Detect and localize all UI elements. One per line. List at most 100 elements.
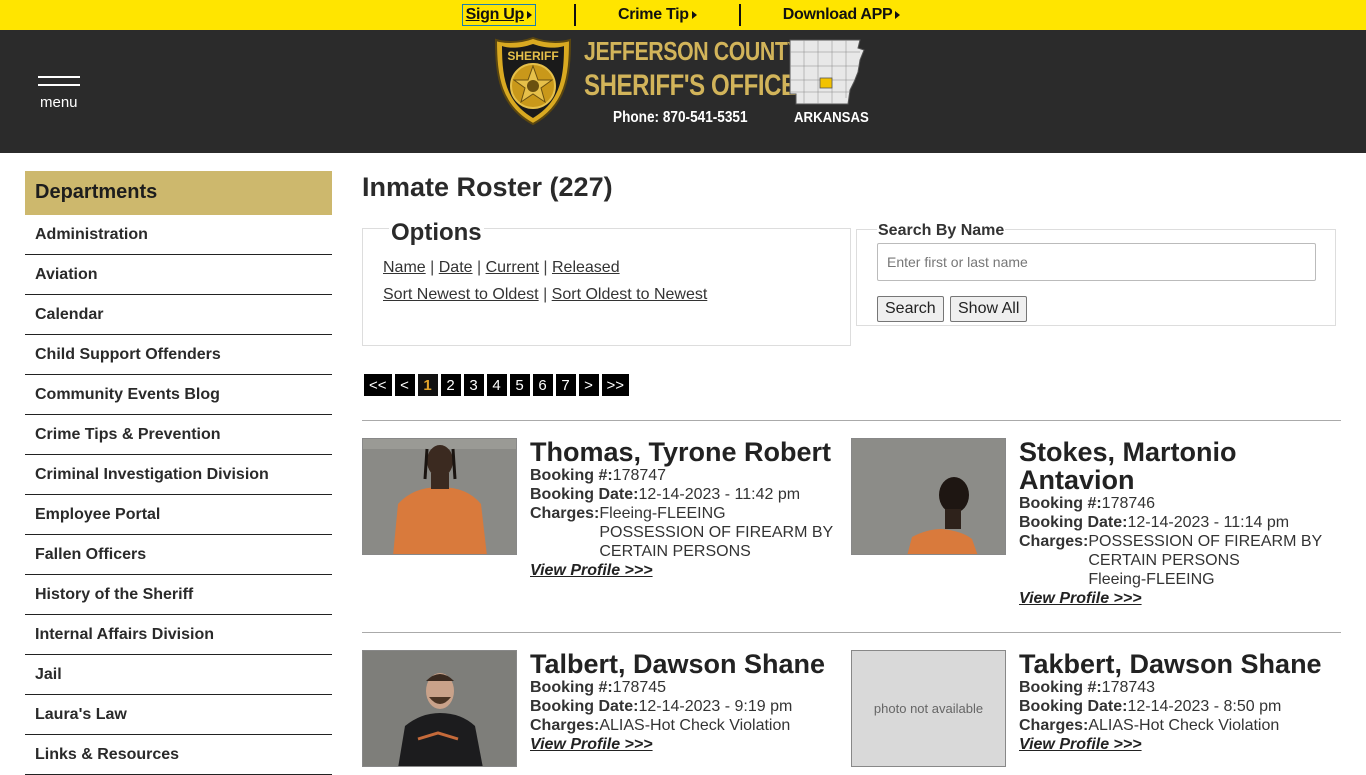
- sidebar-item-administration[interactable]: Administration: [25, 215, 332, 255]
- inmate-name: Thomas, Tyrone Robert: [530, 437, 832, 467]
- page-1-button[interactable]: 1: [417, 374, 438, 396]
- sidebar-item-lauras-law[interactable]: Laura's Law: [25, 695, 332, 735]
- page-prev-button[interactable]: <: [394, 374, 415, 396]
- booking-date-value: 12-14-2023 - 11:14 pm: [1127, 514, 1290, 531]
- sidebar-item-calendar[interactable]: Calendar: [25, 295, 332, 335]
- site-header: menu SHERIFF JEFFERSON COUNTY SHERIFF'S …: [0, 30, 1366, 153]
- charge-item: POSSESSION OF FIREARM BY CERTAIN PERSONS: [1088, 533, 1322, 569]
- sort-date-link[interactable]: Date: [439, 259, 473, 276]
- booking-number-value: 178746: [1101, 495, 1156, 512]
- page-first-button[interactable]: <<: [364, 374, 392, 396]
- sidebar-item-child-support-offenders[interactable]: Child Support Offenders: [25, 335, 332, 375]
- booking-number: Booking #:178746: [1019, 494, 1329, 513]
- booking-number: Booking #:178747: [530, 466, 840, 485]
- view-profile-link[interactable]: View Profile >>>: [530, 736, 653, 753]
- page-2-button[interactable]: 2: [440, 374, 461, 396]
- page-title: Inmate Roster (227): [362, 172, 613, 202]
- mugshot-image: [363, 439, 516, 554]
- page-7-button[interactable]: 7: [555, 374, 576, 396]
- download-app-label: Download APP: [782, 6, 893, 23]
- departments-sidebar: Departments Administration Aviation Cale…: [25, 171, 332, 775]
- page-5-button[interactable]: 5: [509, 374, 530, 396]
- site-title: JEFFERSON COUNTY SHERIFF'S OFFICE: [584, 36, 802, 103]
- inmate-info: Stokes, Martonio Antavion Booking #:1787…: [1019, 438, 1329, 608]
- booking-date: Booking Date:12-14-2023 - 8:50 pm: [1019, 697, 1329, 716]
- menu-button[interactable]: menu: [38, 76, 82, 112]
- inmate-info: Takbert, Dawson Shane Booking #:178743 B…: [1019, 650, 1329, 754]
- inmate-photo-placeholder[interactable]: photo not available: [851, 650, 1006, 767]
- inmate-photo[interactable]: [362, 650, 517, 767]
- booking-date: Booking Date:12-14-2023 - 9:19 pm: [530, 697, 840, 716]
- charges-list: ALIAS-Hot Check Violation: [599, 716, 840, 735]
- sort-name-link[interactable]: Name: [383, 259, 426, 276]
- view-profile-link[interactable]: View Profile >>>: [530, 562, 653, 579]
- charges-list: POSSESSION OF FIREARM BY CERTAIN PERSONS…: [1088, 532, 1329, 589]
- options-heading: Options: [389, 219, 484, 247]
- booking-number-value: 178745: [612, 679, 667, 696]
- hamburger-icon-bar: [38, 84, 80, 86]
- booking-date-label: Booking Date:: [1019, 514, 1128, 531]
- sidebar-item-fallen-officers[interactable]: Fallen Officers: [25, 535, 332, 575]
- search-button[interactable]: Search: [877, 296, 944, 322]
- booking-number-label: Booking #:: [1019, 495, 1102, 512]
- page-last-button[interactable]: >>: [601, 374, 630, 396]
- view-profile-link[interactable]: View Profile >>>: [1019, 736, 1142, 753]
- arkansas-map-icon: [789, 39, 865, 105]
- booking-number: Booking #:178743: [1019, 678, 1329, 697]
- sign-up-link[interactable]: Sign Up: [461, 4, 536, 26]
- page-next-button[interactable]: >: [578, 374, 599, 396]
- filter-released-link[interactable]: Released: [552, 259, 620, 276]
- page-3-button[interactable]: 3: [463, 374, 484, 396]
- inmate-name: Stokes, Martonio Antavion: [1019, 437, 1237, 495]
- sidebar-item-internal-affairs[interactable]: Internal Affairs Division: [25, 615, 332, 655]
- charges-label: Charges:: [530, 505, 600, 522]
- charges: Charges: ALIAS-Hot Check Violation: [530, 716, 840, 735]
- divider: [738, 4, 741, 26]
- sidebar-item-links-resources[interactable]: Links & Resources: [25, 735, 332, 775]
- charges-label: Charges:: [530, 717, 600, 734]
- menu-label: menu: [40, 94, 78, 111]
- charge-item: ALIAS-Hot Check Violation: [599, 717, 791, 734]
- title-line-1: JEFFERSON COUNTY: [584, 36, 802, 66]
- sidebar-item-community-events-blog[interactable]: Community Events Blog: [25, 375, 332, 415]
- booking-date-label: Booking Date:: [530, 698, 639, 715]
- charges: Charges: ALIAS-Hot Check Violation: [1019, 716, 1329, 735]
- triangle-right-icon: [895, 11, 901, 19]
- sidebar-item-history[interactable]: History of the Sheriff: [25, 575, 332, 615]
- sort-order-links: Sort Newest to Oldest | Sort Oldest to N…: [383, 286, 708, 303]
- booking-number-label: Booking #:: [530, 467, 613, 484]
- state-label: ARKANSAS: [794, 109, 869, 126]
- divider: [573, 4, 576, 26]
- show-all-button[interactable]: Show All: [950, 296, 1028, 322]
- name-search-input[interactable]: [877, 243, 1316, 281]
- inmate-info: Thomas, Tyrone Robert Booking #:178747 B…: [530, 438, 840, 580]
- sort-oldest-link[interactable]: Sort Oldest to Newest: [552, 286, 708, 303]
- booking-date-label: Booking Date:: [1019, 698, 1128, 715]
- sidebar-item-employee-portal[interactable]: Employee Portal: [25, 495, 332, 535]
- page-6-button[interactable]: 6: [532, 374, 553, 396]
- download-app-link[interactable]: Download APP: [779, 6, 905, 24]
- sidebar-item-criminal-investigation[interactable]: Criminal Investigation Division: [25, 455, 332, 495]
- sort-newest-link[interactable]: Sort Newest to Oldest: [383, 286, 539, 303]
- sidebar-item-crime-tips[interactable]: Crime Tips & Prevention: [25, 415, 332, 455]
- inmate-info: Talbert, Dawson Shane Booking #:178745 B…: [530, 650, 840, 754]
- booking-number-value: 178743: [1101, 679, 1156, 696]
- sheriff-badge-logo[interactable]: SHERIFF: [494, 36, 572, 126]
- filter-current-link[interactable]: Current: [486, 259, 539, 276]
- charges-list: Fleeing-FLEEING POSSESSION OF FIREARM BY…: [599, 504, 840, 561]
- view-profile-link[interactable]: View Profile >>>: [1019, 590, 1142, 607]
- triangle-right-icon: [691, 11, 697, 19]
- badge-text: SHERIFF: [507, 49, 558, 63]
- booking-date-value: 12-14-2023 - 9:19 pm: [638, 698, 793, 715]
- sidebar-item-jail[interactable]: Jail: [25, 655, 332, 695]
- crime-tip-link[interactable]: Crime Tip: [614, 6, 701, 24]
- inmate-photo[interactable]: [851, 438, 1006, 555]
- sort-by-links: Name | Date | Current | Released: [383, 259, 620, 276]
- inmate-photo[interactable]: [362, 438, 517, 555]
- booking-date: Booking Date:12-14-2023 - 11:14 pm: [1019, 513, 1329, 532]
- phone-number: Phone: 870-541-5351: [613, 109, 748, 126]
- charges-label: Charges:: [1019, 717, 1089, 734]
- page-4-button[interactable]: 4: [486, 374, 507, 396]
- charge-item: Fleeing-FLEEING: [599, 505, 726, 522]
- sidebar-item-aviation[interactable]: Aviation: [25, 255, 332, 295]
